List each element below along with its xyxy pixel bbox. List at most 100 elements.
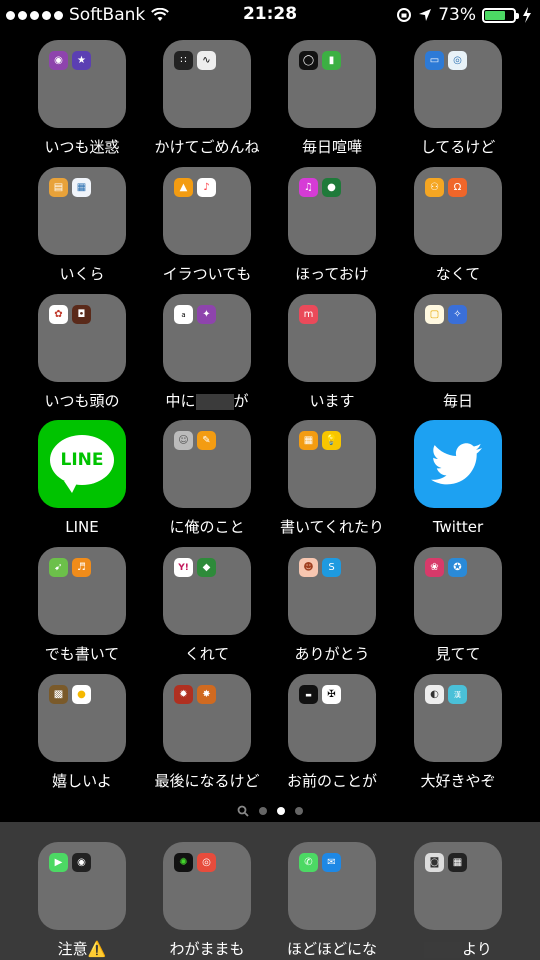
dock-folder[interactable]: ▶ ◉ 注意⚠️ [17,842,147,960]
folder-label: くれて [184,645,230,663]
twitter-icon[interactable] [414,420,502,508]
folder-item[interactable]: ▲ ♪ イラついても [142,167,272,285]
folder-item[interactable]: ♫ ● ほっておけ [267,167,397,285]
folder-label: お前のことが [286,772,377,790]
folder-label: ほどほどにな [286,940,377,958]
shazam-icon: S [322,558,341,577]
folder-item[interactable]: ⚇ Ω なくて [393,167,523,285]
game9-icon: ● [72,685,91,704]
dock-folder[interactable]: ◙ ▦ より [393,842,523,960]
dock-folder[interactable]: ✆ ✉ ほどほどにな [267,842,397,960]
folder-label: いくら [59,265,105,283]
folder-label: してるけど [420,138,496,156]
folder-item[interactable]: ◐ 漢 大好きやぞ [393,674,523,792]
yahoo-icon: Y! [174,558,193,577]
folder-item[interactable]: ◉ ★ いつも迷惑 [17,40,147,158]
folder-item[interactable]: ✹ ✸ 最後になるけど [142,674,272,792]
folder-item[interactable]: m います [267,294,397,412]
folder-item[interactable]: ☺ ✎ に俺のこと [142,420,272,538]
folder-item[interactable]: a ✦ 中に が [142,294,272,412]
page-dot-active[interactable] [277,807,285,815]
folder-item[interactable]: ▬ ✠ お前のことが [267,674,397,792]
game-icon: ✿ [49,305,68,324]
folder-label: 嬉しいよ [52,772,112,790]
folder-item[interactable]: ▩ ● 嬉しいよ [17,674,147,792]
game2-icon: ◘ [72,305,91,324]
folder-icon[interactable]: m [288,294,376,382]
folder-icon[interactable]: ∷ ∿ [163,40,251,128]
camera-icon: ◙ [425,853,444,872]
folder-icon[interactable]: a ✦ [163,294,251,382]
folder-icon[interactable]: ❀ ✪ [414,547,502,635]
folder-icon[interactable]: ✺ ◎ [163,842,251,930]
voice-memos-icon: ∿ [197,51,216,70]
folder-item[interactable]: ▢ ✧ 毎日 [393,294,523,412]
folder-icon[interactable]: ☻ S [288,547,376,635]
folder-label-suffix: が [233,392,249,410]
folder-icon[interactable]: ◐ 漢 [414,674,502,762]
watch-icon: ◯ [299,51,318,70]
camera-lens-icon: ◉ [72,853,91,872]
folder-icon[interactable]: ▦ 💡 [288,420,376,508]
folder-icon[interactable]: ▭ ◎ [414,40,502,128]
headphones-icon: Ω [448,178,467,197]
folder-icon[interactable]: ▢ ✧ [414,294,502,382]
folder-icon[interactable]: ▩ ● [38,674,126,762]
folder-icon[interactable]: ◙ ▦ [414,842,502,930]
folder-label: いつも頭の [44,392,120,410]
game4-icon: ✧ [448,305,467,324]
folder-item[interactable]: ➹ ♬ でも書いて [17,547,147,665]
folder-label: 見てて [435,645,481,663]
folder-icon[interactable]: ♫ ● [288,167,376,255]
folder-icon[interactable]: ▲ ♪ [163,167,251,255]
page-indicator[interactable] [0,804,540,818]
folder-label-text: 中に [165,392,196,410]
graduation-icon: ▲ [174,178,193,197]
camera-app-icon: ∷ [174,51,193,70]
folder-icon[interactable]: ✹ ✸ [163,674,251,762]
folder-icon[interactable]: ▶ ◉ [38,842,126,930]
folder-icon[interactable]: ▬ ✠ [288,674,376,762]
game11-icon: ✸ [197,685,216,704]
folder-item[interactable]: ▦ 💡 書いてくれたり [267,420,397,538]
page-dot[interactable] [295,807,303,815]
razer-icon: ✺ [174,853,193,872]
redaction-block [195,393,234,410]
game6-icon: ☻ [299,558,318,577]
folder-item[interactable]: ✿ ◘ いつも頭の [17,294,147,412]
folder-icon[interactable]: ➹ ♬ [38,547,126,635]
folder-label-text: より [462,940,492,958]
game14-icon: 漢 [448,685,467,704]
folder-item[interactable]: ☻ S ありがとう [267,547,397,665]
twitter-app[interactable]: Twitter [393,420,523,538]
line-icon[interactable]: LINE [38,420,126,508]
folder-item[interactable]: Y! ◆ くれて [142,547,272,665]
page-dot[interactable] [259,807,267,815]
folder-item[interactable]: ▭ ◎ してるけど [393,40,523,158]
pages-icon: ✎ [197,431,216,450]
folder-icon[interactable]: ◯ ▮ [288,40,376,128]
folder-item[interactable]: ▤ ▦ いくら [17,167,147,285]
folder-item[interactable]: ∷ ∿ かけてごめんね [142,40,272,158]
wallet-app-icon: ▤ [49,178,68,197]
dock-folder[interactable]: ✺ ◎ わがままも [142,842,272,960]
notes-icon: ▢ [425,305,444,324]
folder-item[interactable]: ❀ ✪ 見てて [393,547,523,665]
line-app[interactable]: LINE LINE [17,420,147,538]
folder-icon[interactable]: ☺ ✎ [163,420,251,508]
folder-icon[interactable]: ⚇ Ω [414,167,502,255]
imovie-icon: ★ [72,51,91,70]
spotlight-search-icon[interactable] [237,805,249,817]
game5-icon: ◆ [197,558,216,577]
folder-icon[interactable]: ✆ ✉ [288,842,376,930]
folder-item[interactable]: ◯ ▮ 毎日喧嘩 [267,40,397,158]
minecraft-icon: ▩ [49,685,68,704]
folder-label: 毎日喧嘩 [301,138,362,156]
folder-icon[interactable]: ▤ ▦ [38,167,126,255]
folder-icon[interactable]: Y! ◆ [163,547,251,635]
folder-icon[interactable]: ✿ ◘ [38,294,126,382]
game12-icon: ✠ [322,685,341,704]
app-label: Twitter [432,518,484,536]
folder-icon[interactable]: ◉ ★ [38,40,126,128]
folder-label: より [393,938,523,960]
